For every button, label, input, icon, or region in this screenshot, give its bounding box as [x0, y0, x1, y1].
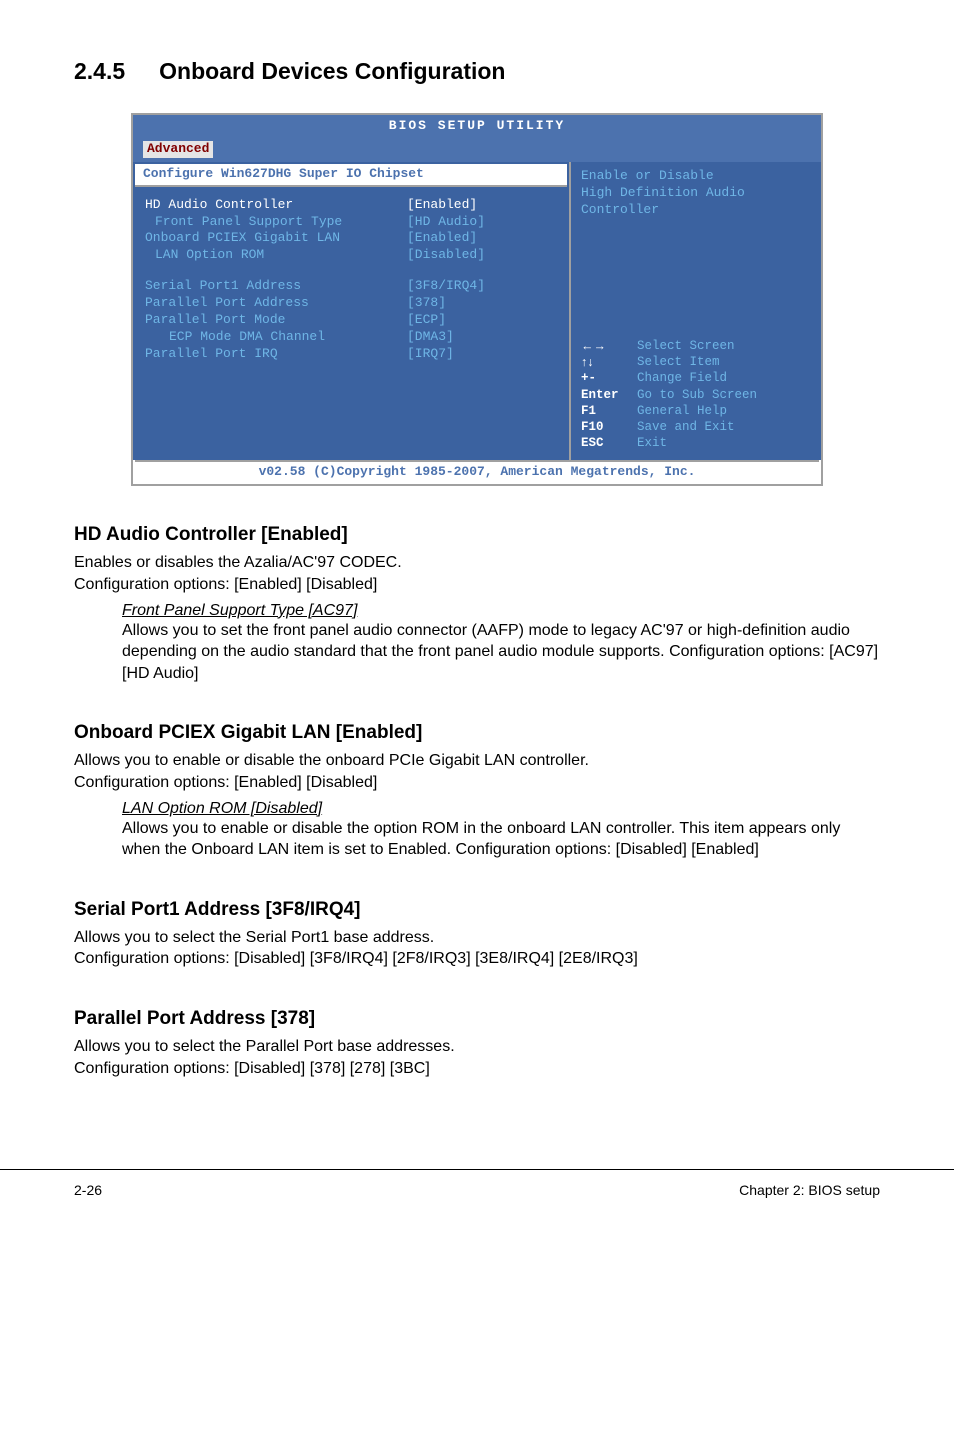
- parallel-text: Allows you to select the Parallel Port b…: [74, 1036, 880, 1079]
- nav-desc: General Help: [637, 403, 811, 419]
- nav-key: F1: [581, 403, 637, 419]
- serial-text: Allows you to select the Serial Port1 ba…: [74, 927, 880, 970]
- nav-key: Enter: [581, 387, 637, 403]
- hd-audio-text: Enables or disables the Azalia/AC'97 COD…: [74, 552, 880, 595]
- nav-desc: Exit: [637, 435, 811, 451]
- nav-desc: Select Screen: [637, 338, 811, 354]
- nav-row: F10Save and Exit: [581, 419, 811, 435]
- bios-value: [3F8/IRQ4]: [407, 278, 557, 295]
- bios-label: Parallel Port IRQ: [145, 346, 407, 363]
- bios-label: Parallel Port Address: [145, 295, 407, 312]
- pciex-text: Allows you to enable or disable the onbo…: [74, 750, 880, 793]
- bios-label: HD Audio Controller: [145, 197, 407, 214]
- nav-desc: Select Item: [637, 354, 811, 370]
- nav-row: EnterGo to Sub Screen: [581, 387, 811, 403]
- bios-title: BIOS SETUP UTILITY: [133, 115, 821, 138]
- bios-row[interactable]: Onboard PCIEX Gigabit LAN [Enabled]: [145, 230, 557, 247]
- nav-key: ESC: [581, 435, 637, 451]
- line: Allows you to select the Parallel Port b…: [74, 1038, 455, 1055]
- bios-label: Serial Port1 Address: [145, 278, 407, 295]
- nav-row: ESCExit: [581, 435, 811, 451]
- bios-row[interactable]: Parallel Port Mode [ECP]: [145, 312, 557, 329]
- parallel-heading: Parallel Port Address [378]: [74, 1008, 880, 1030]
- nav-key-leftright-icon: ←→: [581, 338, 637, 354]
- bios-value: [DMA3]: [407, 329, 557, 346]
- nav-key: +-: [581, 370, 637, 386]
- page-number: 2-26: [74, 1182, 102, 1198]
- line: Configuration options: [Enabled] [Disabl…: [74, 576, 377, 593]
- bios-label: Parallel Port Mode: [145, 312, 407, 329]
- line: Configuration options: [Enabled] [Disabl…: [74, 774, 377, 791]
- bios-row[interactable]: Parallel Port IRQ [IRQ7]: [145, 346, 557, 363]
- nav-row: +-Change Field: [581, 370, 811, 386]
- nav-row: ↑↓Select Item: [581, 354, 811, 370]
- nav-row: F1General Help: [581, 403, 811, 419]
- nav-key-updown-icon: ↑↓: [581, 354, 637, 370]
- nav-desc: Go to Sub Screen: [637, 387, 811, 403]
- lan-option-body: Allows you to enable or disable the opti…: [122, 818, 880, 861]
- line: Allows you to select the Serial Port1 ba…: [74, 929, 434, 946]
- bios-row[interactable]: Parallel Port Address [378]: [145, 295, 557, 312]
- hd-audio-heading: HD Audio Controller [Enabled]: [74, 524, 880, 546]
- bios-label: Front Panel Support Type: [145, 214, 407, 231]
- nav-key: F10: [581, 419, 637, 435]
- line: Allows you to enable or disable the onbo…: [74, 752, 589, 769]
- bios-value: [Disabled]: [407, 247, 557, 264]
- bios-value: [Enabled]: [407, 230, 557, 247]
- bios-settings-list: HD Audio Controller [Enabled] Front Pane…: [133, 187, 569, 453]
- bios-label: Onboard PCIEX Gigabit LAN: [145, 230, 407, 247]
- help-text: Enable or Disable High Definition Audio …: [581, 168, 811, 258]
- section-title: Onboard Devices Configuration: [159, 58, 505, 84]
- bios-value: [HD Audio]: [407, 214, 557, 231]
- bios-tab-row: Advanced: [133, 138, 821, 162]
- bios-row[interactable]: Front Panel Support Type [HD Audio]: [145, 214, 557, 231]
- bios-value: [IRQ7]: [407, 346, 557, 363]
- bios-row[interactable]: HD Audio Controller [Enabled]: [145, 197, 557, 214]
- bios-tab-advanced[interactable]: Advanced: [143, 141, 213, 158]
- bios-value: [ECP]: [407, 312, 557, 329]
- line: Configuration options: [Disabled] [378] …: [74, 1060, 430, 1077]
- chipset-header: Configure Win627DHG Super IO Chipset: [135, 164, 567, 187]
- bios-footer: v02.58 (C)Copyright 1985-2007, American …: [135, 460, 819, 483]
- front-panel-body: Allows you to set the front panel audio …: [122, 620, 880, 685]
- lan-option-subheading: LAN Option ROM [Disabled]: [122, 800, 880, 818]
- nav-desc: Change Field: [637, 370, 811, 386]
- front-panel-subheading: Front Panel Support Type [AC97]: [122, 602, 880, 620]
- section-number: 2.4.5: [74, 58, 125, 85]
- bios-panel: BIOS SETUP UTILITY Advanced Configure Wi…: [131, 113, 823, 486]
- bios-value: [Enabled]: [407, 197, 557, 214]
- chapter-label: Chapter 2: BIOS setup: [739, 1182, 880, 1198]
- bios-row[interactable]: ECP Mode DMA Channel [DMA3]: [145, 329, 557, 346]
- line: Configuration options: [Disabled] [3F8/I…: [74, 950, 638, 967]
- bios-label: LAN Option ROM: [145, 247, 407, 264]
- bios-label: ECP Mode DMA Channel: [145, 329, 407, 346]
- bios-row[interactable]: Serial Port1 Address [3F8/IRQ4]: [145, 278, 557, 295]
- serial-heading: Serial Port1 Address [3F8/IRQ4]: [74, 899, 880, 921]
- line: Enables or disables the Azalia/AC'97 COD…: [74, 554, 402, 571]
- bios-value: [378]: [407, 295, 557, 312]
- pciex-heading: Onboard PCIEX Gigabit LAN [Enabled]: [74, 722, 880, 744]
- nav-desc: Save and Exit: [637, 419, 811, 435]
- section-heading: 2.4.5 Onboard Devices Configuration: [74, 58, 880, 85]
- bios-row[interactable]: LAN Option ROM [Disabled]: [145, 247, 557, 264]
- nav-row: ←→Select Screen: [581, 338, 811, 354]
- help-nav: ←→Select Screen ↑↓Select Item +-Change F…: [581, 338, 811, 452]
- page-footer: 2-26 Chapter 2: BIOS setup: [0, 1169, 954, 1198]
